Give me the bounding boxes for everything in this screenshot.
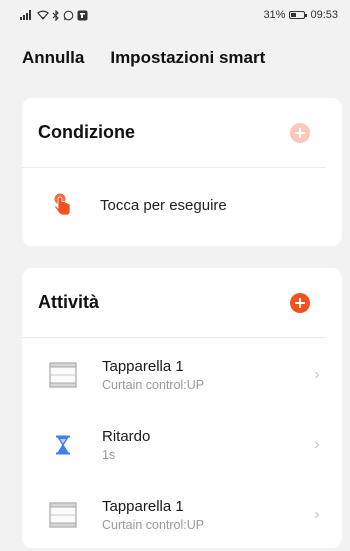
add-condition-icon[interactable] <box>290 122 310 143</box>
battery-percent: 31% <box>263 9 286 21</box>
activity-item[interactable]: Tapparella 1 Curtain control:UP › <box>22 480 342 550</box>
chevron-right-icon: › <box>314 366 320 383</box>
chevron-right-icon: › <box>314 436 320 453</box>
activity-item-detail: Curtain control:UP <box>102 517 205 532</box>
status-icons <box>20 9 88 21</box>
tap-hand-icon <box>54 193 71 216</box>
activity-item-name: Tapparella 1 <box>102 497 184 515</box>
condition-heading: Condizione <box>38 122 135 142</box>
page-title: Impostazioni smart <box>110 48 266 67</box>
activity-item-detail: Curtain control:UP <box>102 377 205 392</box>
cancel-button[interactable]: Annulla <box>22 48 84 68</box>
condition-item[interactable]: Tocca per eseguire <box>22 168 342 242</box>
signal-icon <box>20 10 31 20</box>
activity-item-name: Tapparella 1 <box>102 357 184 375</box>
wifi-icon <box>37 10 49 20</box>
activity-item[interactable]: Ritardo 1s › <box>22 410 342 480</box>
curtain-icon <box>49 502 77 528</box>
activity-item-detail: 1s <box>102 447 116 462</box>
activity-item[interactable]: Tapparella 1 Curtain control:UP › <box>22 340 342 410</box>
activity-item-name: Ritardo <box>102 427 151 445</box>
battery-icon <box>289 11 308 19</box>
hourglass-icon <box>56 435 70 455</box>
bluetooth-icon <box>52 9 59 21</box>
activity-heading: Attività <box>38 292 100 312</box>
condition-header: Condizione <box>22 98 326 168</box>
condition-item-label: Tocca per eseguire <box>100 196 227 214</box>
curtain-icon <box>49 362 77 388</box>
header: Annulla Impostazioni smart <box>0 44 350 72</box>
status-right: 31% 09:53 <box>263 9 338 21</box>
add-activity-icon[interactable] <box>290 292 310 313</box>
whatsapp-icon <box>63 10 74 20</box>
status-bar: 31% 09:53 <box>0 0 350 30</box>
activity-header: Attività <box>22 268 326 338</box>
clock: 09:53 <box>310 9 338 21</box>
chevron-right-icon: › <box>314 506 320 523</box>
activity-card: Attività Tapparella 1 Curtain control:UP… <box>22 268 342 548</box>
condition-card: Condizione Tocca per eseguire <box>22 98 342 246</box>
app-notification-icon <box>77 10 88 20</box>
